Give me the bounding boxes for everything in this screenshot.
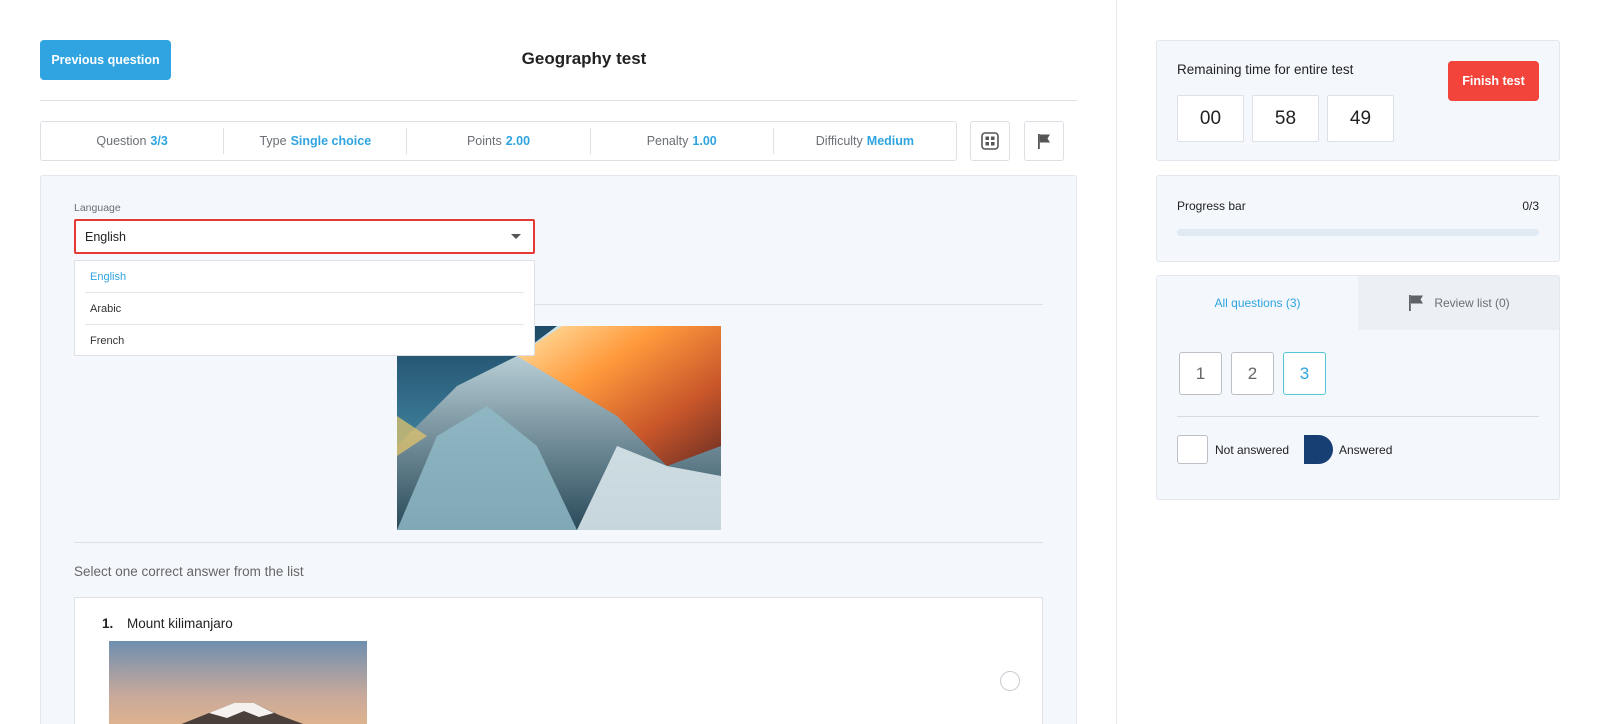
navigator-tabs: All questions (3) Review list (0) <box>1157 276 1559 330</box>
answer-option[interactable]: 1. Mount kilimanjaro <box>74 597 1043 724</box>
question-grid-button[interactable] <box>970 121 1010 161</box>
question-meta-bar: Question 3/3 Type Single choice Points 2.00… <box>40 121 957 161</box>
flag-icon <box>1038 134 1050 149</box>
progress-count: 0/3 <box>1522 199 1539 213</box>
finish-test-button[interactable]: Finish test <box>1448 61 1539 101</box>
language-option-french[interactable]: French <box>85 325 524 357</box>
language-option-arabic[interactable]: Arabic <box>85 293 524 325</box>
question-area: Previous question Geography test Questio… <box>0 0 1117 724</box>
legend-not-answered-swatch <box>1177 435 1208 464</box>
timer-label: Remaining time for entire test <box>1177 62 1354 77</box>
navigator-divider <box>1177 416 1539 417</box>
meta-question-label: Question <box>96 134 147 148</box>
tab-review-list-label: Review list (0) <box>1434 296 1510 310</box>
language-option-english[interactable]: English <box>85 261 524 293</box>
legend-answered-label: Answered <box>1339 443 1393 457</box>
grid-icon <box>981 132 999 150</box>
meta-penalty: Penalty 1.00 <box>591 128 774 154</box>
language-select[interactable]: English <box>74 219 535 254</box>
timer-minutes: 58 <box>1252 95 1319 142</box>
chevron-down-icon <box>511 234 521 239</box>
meta-points-label: Points <box>466 134 502 148</box>
meta-type: Type Single choice <box>224 128 408 154</box>
tab-all-questions-label: All questions (3) <box>1214 296 1301 310</box>
tab-all-questions[interactable]: All questions (3) <box>1157 276 1358 330</box>
question-panel: Language English English Arabic French S… <box>40 175 1077 724</box>
meta-question-value: 3/3 <box>150 134 168 148</box>
question-instruction: Select one correct answer from the list <box>74 564 304 579</box>
language-label: Language <box>74 202 121 214</box>
answer-image <box>109 641 367 724</box>
legend-not-answered-label: Not answered <box>1215 443 1290 457</box>
meta-penalty-label: Penalty <box>646 134 689 148</box>
timer-card: Remaining time for entire test Finish te… <box>1156 40 1560 161</box>
answer-number: 1. <box>102 616 114 631</box>
page-title: Geography test <box>521 49 647 68</box>
timer-seconds: 49 <box>1327 95 1394 142</box>
timer-hours: 00 <box>1177 95 1244 142</box>
meta-difficulty-value: Medium <box>866 134 915 148</box>
progress-label: Progress bar <box>1177 199 1246 213</box>
question-nav-button-3[interactable]: 3 <box>1283 352 1326 395</box>
progress-card: Progress bar 0/3 <box>1156 175 1560 262</box>
question-navigator: All questions (3) Review list (0) 1 2 3 … <box>1156 275 1560 500</box>
meta-difficulty: Difficulty Medium <box>774 128 956 154</box>
question-nav-button-2[interactable]: 2 <box>1231 352 1274 395</box>
flag-question-button[interactable] <box>1024 121 1064 161</box>
meta-penalty-value: 1.00 <box>692 134 717 148</box>
header-divider <box>40 100 1077 101</box>
meta-points-value: 2.00 <box>505 134 531 148</box>
meta-question: Question 3/3 <box>41 128 225 154</box>
question-divider-bottom <box>74 542 1043 543</box>
legend-answered-swatch <box>1304 435 1333 464</box>
meta-type-value: Single choice <box>290 134 372 148</box>
meta-type-label: Type <box>259 134 287 148</box>
question-nav-button-1[interactable]: 1 <box>1179 352 1222 395</box>
language-selected-value: English <box>85 229 126 244</box>
meta-difficulty-label: Difficulty <box>815 134 863 148</box>
tab-review-list[interactable]: Review list (0) <box>1358 276 1559 330</box>
flag-icon <box>1409 295 1424 311</box>
meta-points: Points 2.00 <box>407 128 591 154</box>
answer-radio[interactable] <box>1000 671 1020 691</box>
language-dropdown-menu: English Arabic French <box>74 260 535 356</box>
progress-bar <box>1177 229 1539 236</box>
answer-text: Mount kilimanjaro <box>127 616 233 631</box>
